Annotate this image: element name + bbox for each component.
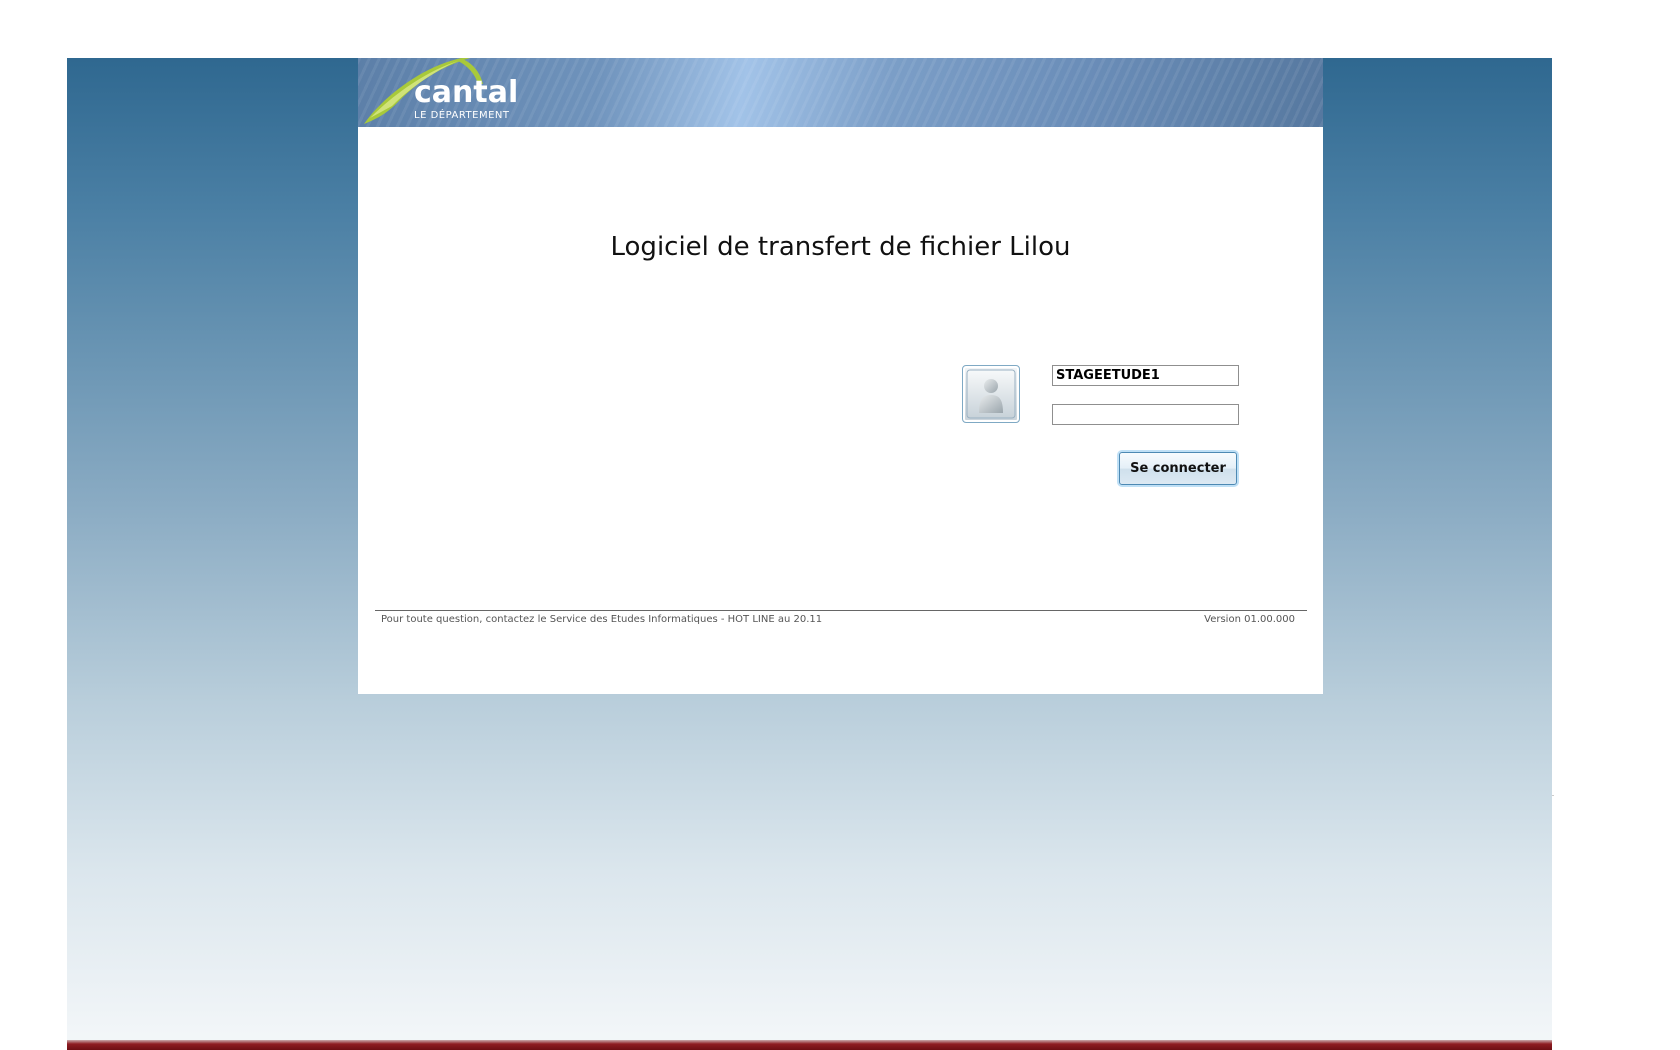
bottom-accent-bar — [67, 1040, 1552, 1050]
login-button[interactable]: Se connecter — [1119, 452, 1237, 485]
cantal-logo: cantal LE DÉPARTEMENT — [362, 58, 532, 127]
footer-help-text: Pour toute question, contactez le Servic… — [381, 614, 823, 625]
page-title: Logiciel de transfert de fichier Lilou — [610, 232, 1071, 262]
footer-version: Version 01.00.000 — [1204, 614, 1295, 625]
avatar-graphic — [966, 369, 1016, 419]
password-field[interactable] — [1052, 404, 1239, 425]
footer-divider — [375, 610, 1307, 611]
logo-wordmark: cantal — [414, 75, 519, 110]
username-field[interactable] — [1052, 365, 1239, 386]
header-banner: cantal LE DÉPARTEMENT — [358, 58, 1323, 127]
logo-subtitle: LE DÉPARTEMENT — [414, 110, 510, 121]
login-panel: cantal LE DÉPARTEMENT Logiciel de transf… — [358, 58, 1323, 694]
edge-mark — [1552, 795, 1554, 796]
user-silhouette-icon — [962, 365, 1020, 423]
